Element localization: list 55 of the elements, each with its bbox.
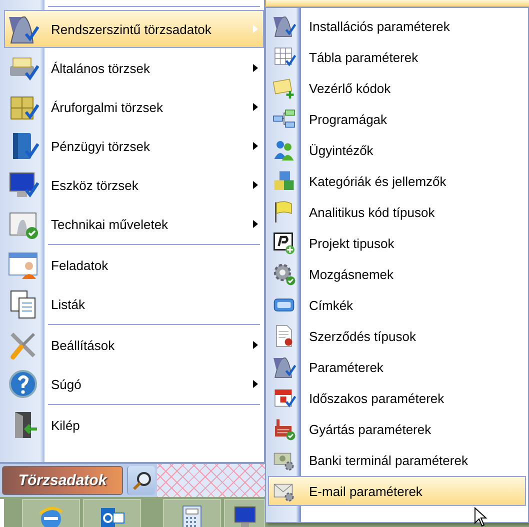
cubes-icon — [272, 169, 296, 193]
menu-item[interactable]: Kilép — [4, 406, 264, 444]
grid-icon — [272, 45, 296, 69]
submenu-item[interactable]: Tábla paraméterek — [268, 42, 526, 72]
calculator-icon — [180, 504, 204, 527]
monitor-icon — [232, 504, 258, 527]
taskbar-button[interactable] — [163, 499, 221, 527]
section-button[interactable]: Törzsadatok — [2, 466, 123, 495]
gear-icon — [272, 262, 296, 286]
note-icon — [272, 76, 296, 100]
people-icon — [272, 138, 296, 162]
submenu-item[interactable]: Analitikus kód típusok — [268, 197, 526, 227]
menu-item[interactable]: Listák — [4, 285, 264, 323]
taskbar-button[interactable] — [83, 499, 141, 527]
badge-icon — [272, 231, 296, 255]
help-icon — [7, 368, 39, 400]
menu-item[interactable]: Beállítások — [4, 326, 264, 364]
taskbar-button[interactable] — [224, 499, 265, 527]
submenu-arrow-icon — [253, 103, 258, 111]
submenu-arrow-icon — [253, 220, 258, 228]
submenu-item[interactable]: E-mail paraméterek — [268, 476, 526, 506]
submenu-item[interactable]: Szerződés típusok — [268, 321, 526, 351]
submenu-arrow-icon — [253, 25, 258, 33]
taskbar-button[interactable] — [22, 499, 80, 527]
menu-item[interactable]: Feladatok — [4, 246, 264, 284]
submenu-arrow-icon — [253, 380, 258, 388]
submenu-item[interactable]: Installációs paraméterek — [268, 11, 526, 41]
globe-icon — [38, 504, 64, 527]
submenu-item[interactable]: Programágak — [268, 104, 526, 134]
menu-item[interactable]: Rendszerszintű törzsadatok — [4, 10, 264, 48]
submenu-item[interactable]: Címkék — [268, 290, 526, 320]
submenu-item[interactable]: Gyártás paraméterek — [268, 414, 526, 444]
submenu-arrow-icon — [253, 64, 258, 72]
factory-icon — [272, 417, 296, 441]
submenu-item[interactable]: Banki terminál paraméterek — [268, 445, 526, 475]
submenu-item[interactable]: Paraméterek — [268, 352, 526, 382]
submenu-item[interactable]: Vezérlő kódok — [268, 73, 526, 103]
menu-item[interactable]: Általános törzsek — [4, 49, 264, 87]
menu-item[interactable]: Súgó — [4, 365, 264, 403]
arch-icon — [272, 14, 296, 38]
menu-item[interactable]: Áruforgalmi törzsek — [4, 88, 264, 126]
submenu-item[interactable]: Projekt tipusok — [268, 228, 526, 258]
menu-item[interactable]: Eszköz törzsek — [4, 166, 264, 204]
menu-item[interactable]: Technikai műveletek — [4, 205, 264, 243]
menu-item[interactable]: Pénzügyi törzsek — [4, 127, 264, 165]
search-button[interactable] — [127, 466, 155, 495]
cursor-icon — [474, 507, 488, 527]
submenu-arrow-icon — [253, 142, 258, 150]
submenu-arrow-icon — [253, 181, 258, 189]
arch-icon — [272, 355, 296, 379]
submenu-item[interactable]: Ügyintézők — [268, 135, 526, 165]
submenu-arrow-icon — [253, 341, 258, 349]
submenu-item[interactable]: Kategóriák és jellemzők — [268, 166, 526, 196]
submenu-item[interactable]: Időszakos paraméterek — [268, 383, 526, 413]
submenu-item[interactable]: Mozgásnemek — [268, 259, 526, 289]
